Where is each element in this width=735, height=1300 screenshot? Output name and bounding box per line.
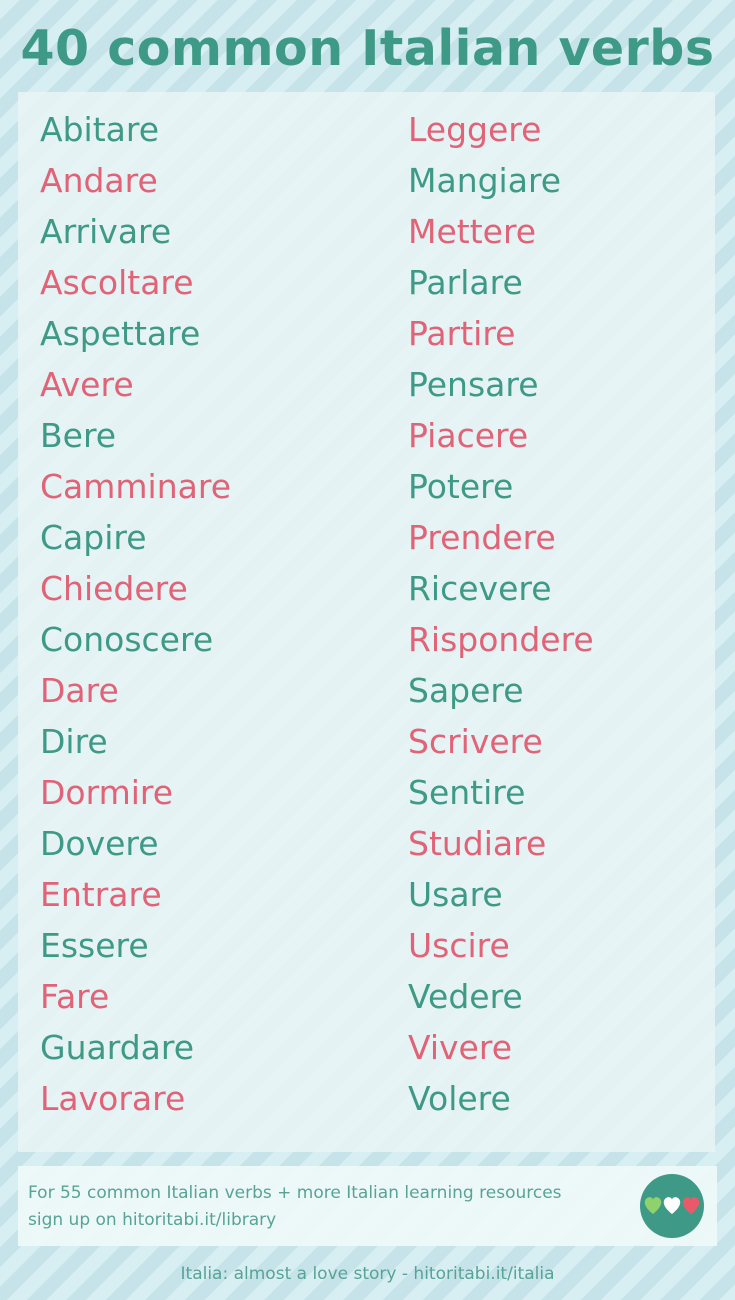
three-hearts-icon	[644, 1197, 700, 1214]
verb-item: Partire	[408, 314, 516, 353]
verb-item: Dare	[40, 671, 119, 710]
verb-item: Scrivere	[408, 722, 543, 761]
heart-icon-white	[663, 1197, 681, 1214]
verb-item: Usare	[408, 875, 503, 914]
verb-item: Abitare	[40, 110, 159, 149]
verb-item: Fare	[40, 977, 110, 1016]
verb-item: Piacere	[408, 416, 529, 455]
verb-item: Lavorare	[40, 1079, 186, 1118]
verb-item: Avere	[40, 365, 134, 404]
verb-column-right: Leggere Mangiare Mettere Parlare Partire Pens…	[408, 104, 708, 1124]
verb-item: Entrare	[40, 875, 162, 914]
verb-item: Essere	[40, 926, 149, 965]
verb-item: Arrivare	[40, 212, 172, 251]
verb-item: Potere	[408, 467, 514, 506]
verb-item: Leggere	[408, 110, 542, 149]
signup-text: For 55 common Italian verbs + more Itali…	[28, 1183, 562, 1230]
verb-item: Camminare	[40, 467, 232, 506]
heart-icon-red	[682, 1197, 700, 1214]
verb-item: Capire	[40, 518, 147, 557]
verb-column-left: Abitare Andare Arrivare Ascoltare Aspettare A…	[40, 104, 370, 1124]
verb-item: Dire	[40, 722, 108, 761]
verb-item: Ascoltare	[40, 263, 194, 302]
verb-item: Mettere	[408, 212, 537, 251]
verb-item: Sentire	[408, 773, 526, 812]
credit-line: Italia: almost a love story - hitoritabi…	[180, 1264, 555, 1284]
verb-item: Mangiare	[408, 161, 562, 200]
verb-item: Ricevere	[408, 569, 552, 608]
verb-item: Prendere	[408, 518, 556, 557]
verb-item: Andare	[40, 161, 158, 200]
verb-item: Vedere	[408, 977, 523, 1016]
verb-item: Rispondere	[408, 620, 594, 659]
verb-list-panel: Abitare Andare Arrivare Ascoltare Aspettare A…	[18, 92, 715, 1152]
signup-footer: For 55 common Italian verbs + more Itali…	[18, 1166, 717, 1246]
verb-item: Conoscere	[40, 620, 214, 659]
verb-item: Sapere	[408, 671, 524, 710]
verb-item: Pensare	[408, 365, 539, 404]
verb-item: Parlare	[408, 263, 523, 302]
verb-item: Dovere	[40, 824, 159, 863]
verb-item: Chiedere	[40, 569, 188, 608]
verb-item: Aspettare	[40, 314, 201, 353]
heart-icon-green	[644, 1197, 662, 1214]
verb-item: Volere	[408, 1079, 511, 1118]
three-hearts-logo[interactable]	[640, 1174, 704, 1238]
verb-item: Dormire	[40, 773, 174, 812]
page-title: 40 common Italian verbs	[20, 20, 715, 77]
verb-item: Bere	[40, 416, 117, 455]
verb-item: Guardare	[40, 1028, 195, 1067]
verb-item: Vivere	[408, 1028, 512, 1067]
verb-item: Studiare	[408, 824, 547, 863]
verb-item: Uscire	[408, 926, 510, 965]
